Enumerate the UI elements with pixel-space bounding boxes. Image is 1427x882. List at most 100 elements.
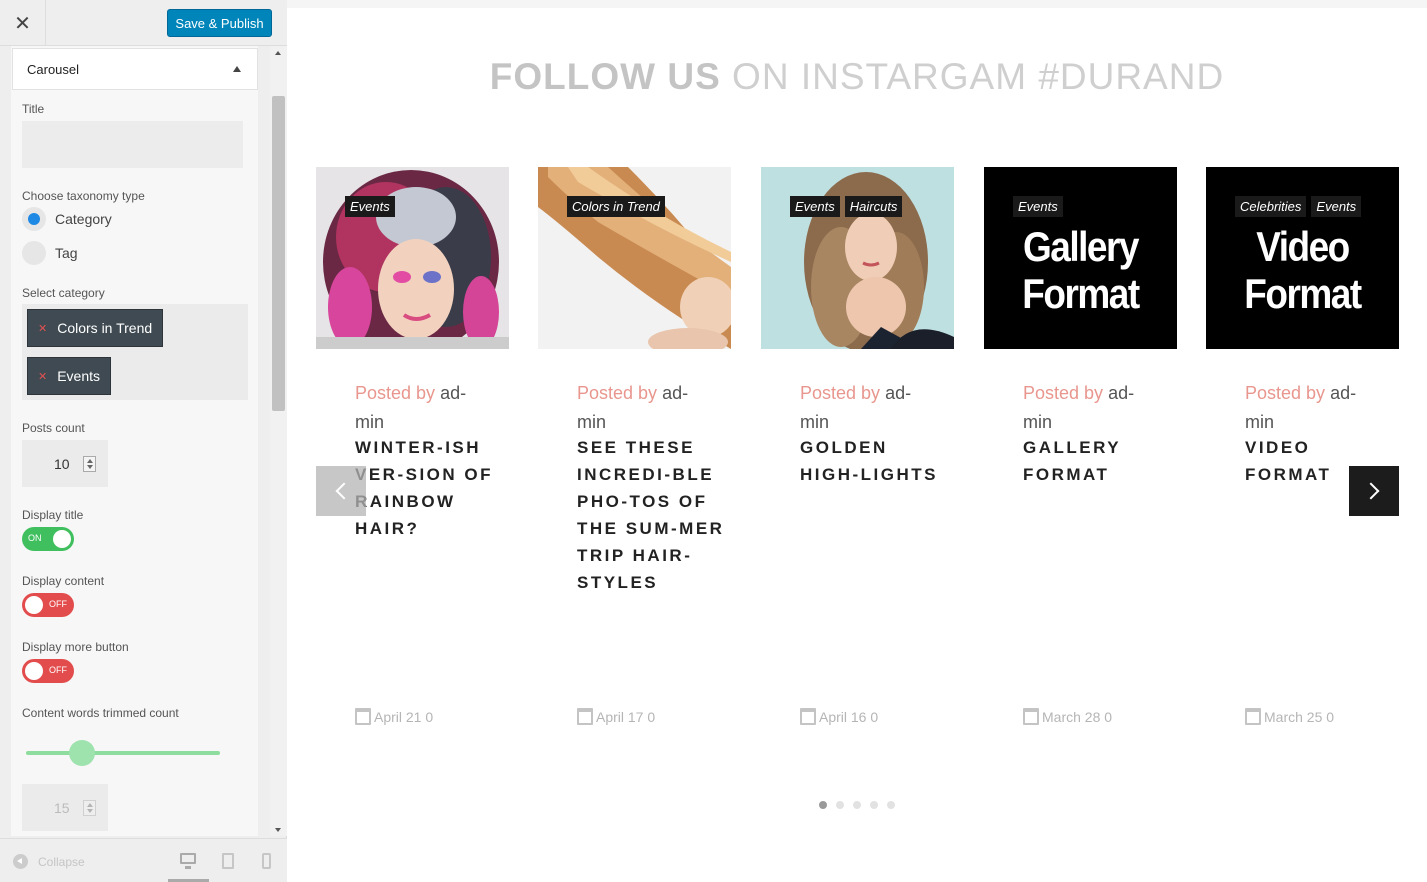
taxonomy-label: Choose taxonomy type bbox=[22, 189, 145, 203]
display-more-label: Display more button bbox=[22, 640, 129, 654]
thumbnail-title: Video Format bbox=[1244, 223, 1362, 317]
calendar-icon bbox=[355, 708, 371, 725]
tag-badge[interactable]: Events bbox=[345, 196, 395, 217]
site-preview: FOLLOW US ON INSTARGAM #DURAND Events Po… bbox=[287, 0, 1427, 882]
display-content-toggle[interactable]: OFF bbox=[22, 593, 74, 617]
collapse-caret-icon[interactable] bbox=[233, 66, 241, 72]
post-title[interactable]: SEE THESE INCREDI-BLE PHO-TOS OF THE SUM… bbox=[577, 434, 727, 596]
preview-topbar bbox=[287, 0, 1427, 8]
tag-badge[interactable]: Events bbox=[790, 196, 840, 217]
long-hair-image bbox=[538, 167, 731, 349]
post-date: March 28 0 bbox=[1023, 708, 1112, 725]
trim-slider-track[interactable] bbox=[26, 751, 220, 755]
sidebar-header: ✕ Save & Publish bbox=[0, 0, 287, 46]
post-meta: Posted by ad-min bbox=[1023, 383, 1135, 432]
calendar-icon bbox=[1245, 708, 1261, 725]
post-date: April 16 0 bbox=[800, 708, 878, 725]
tag-badge[interactable]: Events bbox=[1013, 196, 1063, 217]
post-thumbnail[interactable]: Colors in Trend bbox=[538, 167, 731, 349]
stepper-arrows-icon[interactable] bbox=[83, 456, 96, 472]
post-title[interactable]: GOLDEN HIGH-LIGHTS bbox=[800, 434, 950, 488]
remove-icon[interactable]: ✕ bbox=[38, 322, 47, 335]
carousel-dot[interactable] bbox=[887, 801, 895, 809]
trim-count-value: 15 bbox=[54, 800, 70, 816]
post-title[interactable]: WINTER-ISH VER-SION OF RAINBOW HAIR? bbox=[355, 434, 505, 542]
scroll-up-icon[interactable] bbox=[275, 51, 281, 55]
stepper-arrows-icon[interactable] bbox=[83, 800, 96, 816]
display-content-label: Display content bbox=[22, 574, 105, 588]
post-thumbnail[interactable]: Gallery Format Events bbox=[984, 167, 1177, 349]
scroll-thumb[interactable] bbox=[272, 96, 285, 411]
display-more-toggle[interactable]: OFF bbox=[22, 659, 74, 683]
collapse-button[interactable]: Collapse bbox=[38, 855, 85, 869]
calendar-icon bbox=[577, 708, 593, 725]
post-meta: Posted by ad-min bbox=[1245, 383, 1357, 432]
radio-category-label[interactable]: Category bbox=[55, 211, 112, 227]
post-meta: Posted by ad-min bbox=[355, 383, 467, 432]
sidebar-scrollbar[interactable] bbox=[270, 46, 287, 836]
close-button[interactable]: ✕ bbox=[0, 0, 46, 46]
sidebar-footer: Collapse bbox=[0, 838, 287, 882]
scroll-down-icon[interactable] bbox=[275, 828, 281, 832]
carousel-dot[interactable] bbox=[819, 801, 827, 809]
trim-slider-thumb[interactable] bbox=[69, 740, 96, 766]
carousel-section-header[interactable]: Carousel bbox=[12, 48, 258, 90]
post-meta: Posted by ad-min bbox=[577, 383, 689, 432]
tag-badge[interactable]: Haircuts bbox=[844, 196, 903, 217]
radio-tag[interactable] bbox=[22, 241, 46, 265]
post-date: March 25 0 bbox=[1245, 708, 1334, 725]
carousel-pagination bbox=[819, 801, 895, 809]
portrait-curly-hair-image bbox=[761, 167, 954, 349]
category-select[interactable]: ✕ Colors in Trend ✕ Events bbox=[22, 304, 248, 400]
post-thumbnail[interactable]: Video Format Celebrities Events bbox=[1206, 167, 1399, 349]
radio-category[interactable] bbox=[22, 207, 46, 231]
post-tags: Celebrities Events bbox=[1235, 196, 1362, 217]
carousel-prev-button[interactable] bbox=[316, 466, 366, 516]
mobile-preview-icon[interactable] bbox=[262, 853, 271, 869]
tag-badge[interactable]: Colors in Trend bbox=[567, 196, 665, 217]
close-icon: ✕ bbox=[14, 12, 31, 35]
post-title[interactable]: GALLERY FORMAT bbox=[1023, 434, 1173, 488]
title-label: Title bbox=[22, 102, 45, 116]
trim-count-stepper[interactable]: 15 bbox=[22, 784, 108, 831]
post-tags: Events bbox=[345, 196, 395, 217]
posts-count-label: Posts count bbox=[22, 421, 85, 435]
carousel-dot[interactable] bbox=[853, 801, 861, 809]
post-date: April 17 0 bbox=[577, 708, 655, 725]
tablet-preview-icon[interactable] bbox=[222, 853, 234, 869]
category-chip[interactable]: ✕ Events bbox=[27, 357, 112, 395]
post-tags: Events bbox=[1013, 196, 1063, 217]
post-thumbnail[interactable]: Events Haircuts bbox=[761, 167, 954, 349]
collapse-icon[interactable] bbox=[13, 854, 28, 869]
calendar-icon bbox=[800, 708, 816, 725]
widget-panel: Carousel Title Choose taxonomy type Cate… bbox=[11, 46, 258, 836]
section-heading: FOLLOW US ON INSTARGAM #DURAND bbox=[489, 56, 1225, 97]
save-publish-button[interactable]: Save & Publish bbox=[167, 9, 272, 37]
carousel-dot[interactable] bbox=[870, 801, 878, 809]
display-title-label: Display title bbox=[22, 508, 84, 522]
tag-badge[interactable]: Events bbox=[1311, 196, 1362, 217]
posts-count-value: 10 bbox=[54, 456, 70, 472]
category-label: Select category bbox=[22, 286, 105, 300]
post-tags: Events Haircuts bbox=[790, 196, 903, 217]
chevron-right-icon bbox=[1362, 482, 1380, 500]
portrait-colorful-hair-image bbox=[316, 167, 509, 349]
tag-badge[interactable]: Celebrities bbox=[1235, 196, 1307, 217]
remove-icon[interactable]: ✕ bbox=[38, 370, 47, 383]
title-input[interactable] bbox=[22, 121, 243, 168]
desktop-preview-icon[interactable] bbox=[180, 853, 196, 869]
customizer-sidebar: ✕ Save & Publish Carousel Title Choose t… bbox=[0, 0, 287, 882]
thumbnail-title: Gallery Format bbox=[1022, 223, 1140, 317]
post-thumbnail[interactable]: Events bbox=[316, 167, 509, 349]
post-date: April 21 0 bbox=[355, 708, 433, 725]
calendar-icon bbox=[1023, 708, 1039, 725]
carousel-dot[interactable] bbox=[836, 801, 844, 809]
post-tags: Colors in Trend bbox=[567, 196, 665, 217]
chevron-left-icon bbox=[335, 482, 353, 500]
category-chip[interactable]: ✕ Colors in Trend bbox=[27, 309, 164, 347]
carousel-next-button[interactable] bbox=[1349, 466, 1399, 516]
section-title: Carousel bbox=[27, 61, 80, 77]
posts-count-stepper[interactable]: 10 bbox=[22, 440, 108, 487]
radio-tag-label[interactable]: Tag bbox=[55, 245, 78, 261]
display-title-toggle[interactable]: ON bbox=[22, 527, 74, 551]
